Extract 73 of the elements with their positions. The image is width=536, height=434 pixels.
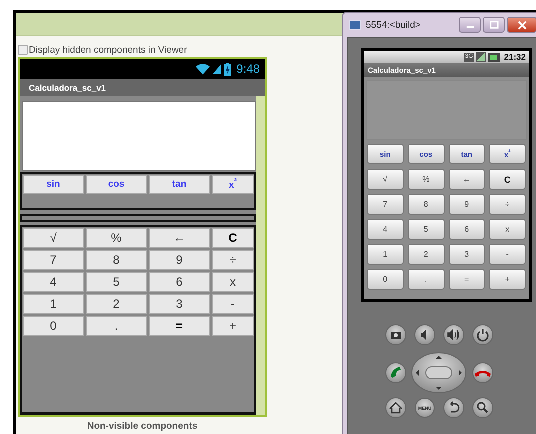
calculator-key[interactable]: C xyxy=(212,228,254,248)
call-button[interactable] xyxy=(386,362,406,384)
calculator-key[interactable]: 8 xyxy=(86,250,147,270)
section-heading: Non-visible components xyxy=(86,421,199,432)
calculator-key[interactable]: - xyxy=(489,244,526,265)
calculator-key[interactable]: = xyxy=(149,316,210,336)
app-icon xyxy=(349,20,361,30)
power-button[interactable] xyxy=(472,324,494,346)
home-button[interactable] xyxy=(386,398,406,418)
battery-icon xyxy=(224,62,231,76)
calculator-key[interactable]: 5 xyxy=(86,272,147,292)
volume-down-button[interactable] xyxy=(414,324,436,346)
window-title: 5554:<build> xyxy=(366,20,421,30)
calculator-key[interactable]: . xyxy=(86,316,147,336)
signal-icon xyxy=(476,52,486,62)
calculator-key[interactable]: 8 xyxy=(408,194,444,215)
search-button[interactable] xyxy=(472,398,494,418)
calculator-key[interactable]: C xyxy=(489,169,526,190)
wifi-icon xyxy=(196,64,210,74)
calculator-key[interactable]: ÷ xyxy=(212,250,254,270)
close-button[interactable] xyxy=(507,17,536,33)
calculator-key[interactable]: 4 xyxy=(23,272,84,292)
calculator-key[interactable]: - xyxy=(212,294,254,314)
status-time: 21:32 xyxy=(504,52,526,62)
calculator-key[interactable]: ← xyxy=(149,228,210,248)
calculator-key[interactable]: 7 xyxy=(367,194,404,215)
calculator-key[interactable]: √ xyxy=(367,169,404,190)
signal-icon xyxy=(212,64,221,74)
calculator-key[interactable]: x xyxy=(212,272,254,292)
direction-pad[interactable] xyxy=(412,352,466,394)
app-title: Calculadora_sc_v1 xyxy=(29,82,106,92)
calculator-key[interactable]: 9 xyxy=(448,194,486,215)
display-field[interactable] xyxy=(22,101,256,171)
calculator-key[interactable]: 9 xyxy=(149,250,210,270)
calculator-key[interactable]: 4 xyxy=(367,219,404,240)
calculator-key[interactable]: ← xyxy=(448,169,486,190)
calculator-key[interactable]: 1 xyxy=(23,294,84,314)
minimize-button[interactable] xyxy=(459,17,481,33)
close-icon xyxy=(518,20,526,30)
function-key[interactable]: tan xyxy=(149,175,210,194)
calculator-key[interactable]: + xyxy=(489,269,526,290)
status-time: 9:48 xyxy=(236,62,260,76)
function-key[interactable]: x$^{²}$ xyxy=(212,175,254,194)
maximize-icon xyxy=(490,20,498,30)
calculator-key[interactable]: 6 xyxy=(149,272,210,292)
calculator-key[interactable]: √ xyxy=(23,228,84,248)
calculator-key[interactable]: 0 xyxy=(367,269,404,290)
function-key[interactable]: sin xyxy=(23,175,84,194)
calculator-key[interactable]: ÷ xyxy=(489,194,526,215)
checkbox-label: Display hidden components in Viewer xyxy=(29,44,188,56)
calculator-key[interactable]: 2 xyxy=(86,294,147,314)
end-call-button[interactable] xyxy=(472,362,494,384)
calculator-key[interactable]: . xyxy=(408,269,444,290)
volume-up-button[interactable] xyxy=(444,324,464,346)
calculator-key[interactable]: x xyxy=(489,219,526,240)
back-button[interactable] xyxy=(444,398,464,418)
calculator-key[interactable]: 1 xyxy=(367,244,404,265)
calculator-key[interactable]: = xyxy=(448,269,486,290)
calculator-key[interactable]: 3 xyxy=(149,294,210,314)
function-key[interactable]: cos xyxy=(86,175,147,194)
maximize-button[interactable] xyxy=(483,17,505,33)
calculator-key[interactable]: % xyxy=(408,169,444,190)
camera-button[interactable] xyxy=(386,324,406,346)
calculator-key[interactable]: 0 xyxy=(23,316,84,336)
checkbox[interactable] xyxy=(18,45,28,55)
calculator-key[interactable]: 7 xyxy=(23,250,84,270)
calculator-key[interactable]: + xyxy=(212,316,254,336)
calculator-key[interactable]: 5 xyxy=(408,219,444,240)
calculator-key[interactable]: 6 xyxy=(448,219,486,240)
calculator-key[interactable]: 2 xyxy=(408,244,444,265)
calculator-key[interactable]: 3 xyxy=(448,244,486,265)
calculator-key[interactable]: % xyxy=(86,228,147,248)
battery-icon xyxy=(488,52,500,62)
